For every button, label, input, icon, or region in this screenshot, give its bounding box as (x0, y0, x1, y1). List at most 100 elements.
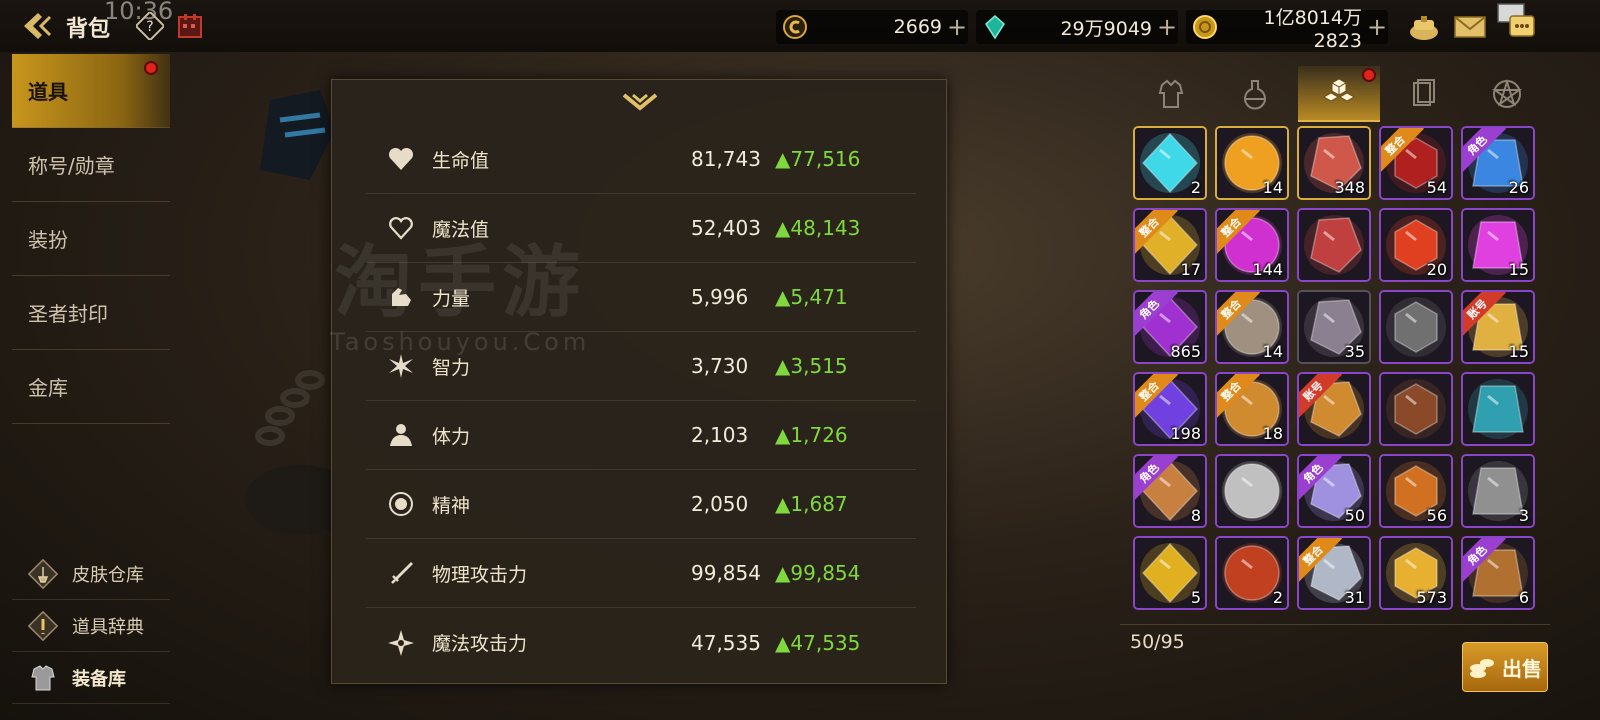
stat-row-mp: 魔法值 52,403 ▲48,143 (366, 194, 916, 263)
add-gold-button[interactable]: + (1366, 12, 1388, 42)
body-icon (386, 420, 416, 450)
nav-item-titles-medals[interactable]: 称号/勋章 (12, 128, 170, 202)
nav-item-label: 道具 (28, 80, 68, 104)
inventory-item-slot[interactable]: 账号 (1297, 372, 1371, 446)
nav-item-items[interactable]: 道具 (12, 54, 170, 128)
inventory-item-slot[interactable]: 整合 31 (1297, 536, 1371, 610)
inventory-item-slot[interactable]: 角色 26 (1461, 126, 1535, 200)
chat-icon[interactable] (1496, 2, 1538, 44)
inventory-item-slot[interactable]: 56 (1379, 454, 1453, 528)
currency-coin: 2669 + (776, 10, 968, 44)
tab-materials[interactable] (1298, 66, 1380, 122)
inventory-item-slot[interactable]: 2 (1133, 126, 1207, 200)
tab-emblem[interactable] (1466, 66, 1548, 122)
inventory-item-slot[interactable] (1297, 208, 1371, 282)
inventory-item-slot[interactable]: 14 (1215, 126, 1289, 200)
item-quantity: 56 (1426, 506, 1447, 525)
stat-name: 力量 (432, 287, 471, 310)
currency-gold-value: 1亿8014万2823 (1263, 6, 1362, 52)
item-dictionary-link[interactable]: 道具辞典 (12, 600, 170, 652)
stat-row-intelligence: 智力 3,730 ▲3,515 (366, 332, 916, 401)
inventory-item-slot[interactable]: 整合 198 (1133, 372, 1207, 446)
inventory-item-slot[interactable]: 角色 865 (1133, 290, 1207, 364)
add-crystal-button[interactable]: + (1156, 12, 1178, 42)
inventory-item-slot[interactable] (1461, 372, 1535, 446)
item-quantity: 18 (1262, 424, 1283, 443)
inventory-item-slot[interactable]: 整合 14 (1215, 290, 1289, 364)
stat-increase: ▲1,726 (775, 423, 848, 447)
coin-purse-icon[interactable] (1406, 10, 1442, 44)
inventory-item-slot[interactable] (1379, 290, 1453, 364)
inventory-item-slot[interactable]: 账号 15 (1461, 290, 1535, 364)
potion-icon (1244, 80, 1266, 110)
notification-dot (1362, 68, 1376, 82)
notification-dot (144, 61, 158, 75)
character-figure (250, 90, 340, 190)
item-art-icon (1299, 210, 1369, 280)
inventory-item-slot[interactable]: 整合 54 (1379, 126, 1453, 200)
cards-icon (1413, 79, 1435, 106)
skin-storage-link[interactable]: 皮肤仓库 (12, 548, 170, 600)
magic-star-icon (386, 628, 416, 658)
item-quantity: 6 (1518, 588, 1529, 607)
inventory-item-slot[interactable]: 5 (1133, 536, 1207, 610)
collapse-chevron-icon[interactable] (621, 90, 659, 116)
nav-item-label: 金库 (28, 376, 68, 400)
stat-name: 智力 (432, 356, 471, 379)
item-quantity: 20 (1426, 260, 1447, 279)
inventory-item-slot[interactable]: 角色 6 (1461, 536, 1535, 610)
calendar-icon[interactable] (176, 12, 204, 40)
svg-text:?: ? (146, 19, 153, 35)
item-quantity: 2 (1272, 588, 1283, 607)
inventory-tabs (1130, 60, 1546, 122)
nav-item-label: 称号/勋章 (28, 154, 115, 178)
divider (1120, 624, 1550, 625)
item-quantity: 144 (1252, 260, 1283, 279)
inventory-item-slot[interactable]: 整合 144 (1215, 208, 1289, 282)
stat-increase: ▲47,535 (775, 630, 861, 655)
inventory-item-slot[interactable]: 35 (1297, 290, 1371, 364)
inventory-item-slot[interactable] (1379, 372, 1453, 446)
mail-icon[interactable] (1452, 10, 1488, 44)
tab-potion[interactable] (1214, 66, 1296, 122)
item-quantity: 15 (1508, 342, 1529, 361)
nav-item-saint-seal[interactable]: 圣者封印 (12, 276, 170, 350)
inventory-item-slot[interactable]: 2 (1215, 536, 1289, 610)
sell-label: 出售 (1502, 656, 1542, 681)
inventory-item-slot[interactable]: 角色 50 (1297, 454, 1371, 528)
side-link-label: 装备库 (72, 668, 126, 690)
inventory-item-slot[interactable]: 20 (1379, 208, 1453, 282)
c-coin-icon (782, 14, 808, 40)
nav-item-vault[interactable]: 金库 (12, 350, 170, 424)
currency-coin-value: 2669 (893, 16, 942, 38)
stat-name: 生命值 (432, 149, 490, 172)
item-quantity: 573 (1416, 588, 1447, 607)
back-arrow-icon[interactable] (20, 9, 56, 43)
nav-item-label: 装扮 (28, 228, 68, 252)
stat-row-physical-attack: 物理攻击力 99,854 ▲99,854 (366, 539, 916, 608)
nav-item-label: 圣者封印 (28, 302, 108, 326)
item-art-icon (1381, 292, 1451, 362)
inventory-item-slot[interactable]: 角色 8 (1133, 454, 1207, 528)
inventory-item-slot[interactable] (1215, 454, 1289, 528)
nav-item-costume[interactable]: 装扮 (12, 202, 170, 276)
tab-armor[interactable] (1130, 66, 1212, 122)
stat-name: 魔法攻击力 (432, 633, 528, 655)
sell-button[interactable]: 出售 (1462, 642, 1548, 692)
help-icon[interactable]: ? (134, 10, 166, 42)
inventory-item-slot[interactable]: 整合 17 (1133, 208, 1207, 282)
tab-cards[interactable] (1382, 66, 1464, 122)
inventory-item-slot[interactable]: 573 (1379, 536, 1453, 610)
stat-name: 体力 (432, 425, 471, 448)
item-quantity: 14 (1262, 178, 1283, 197)
item-art-icon (1381, 374, 1451, 444)
inventory-item-slot[interactable]: 15 (1461, 208, 1535, 282)
item-quantity: 348 (1334, 178, 1365, 197)
inventory-item-slot[interactable]: 整合 18 (1215, 372, 1289, 446)
add-coin-button[interactable]: + (946, 12, 968, 42)
inventory-item-slot[interactable]: 3 (1461, 454, 1535, 528)
spirit-orb-icon (386, 489, 416, 519)
inventory-item-slot[interactable]: 348 (1297, 126, 1371, 200)
equipment-storage-link[interactable]: 装备库 (12, 652, 170, 704)
intelligence-burst-icon (386, 351, 416, 381)
